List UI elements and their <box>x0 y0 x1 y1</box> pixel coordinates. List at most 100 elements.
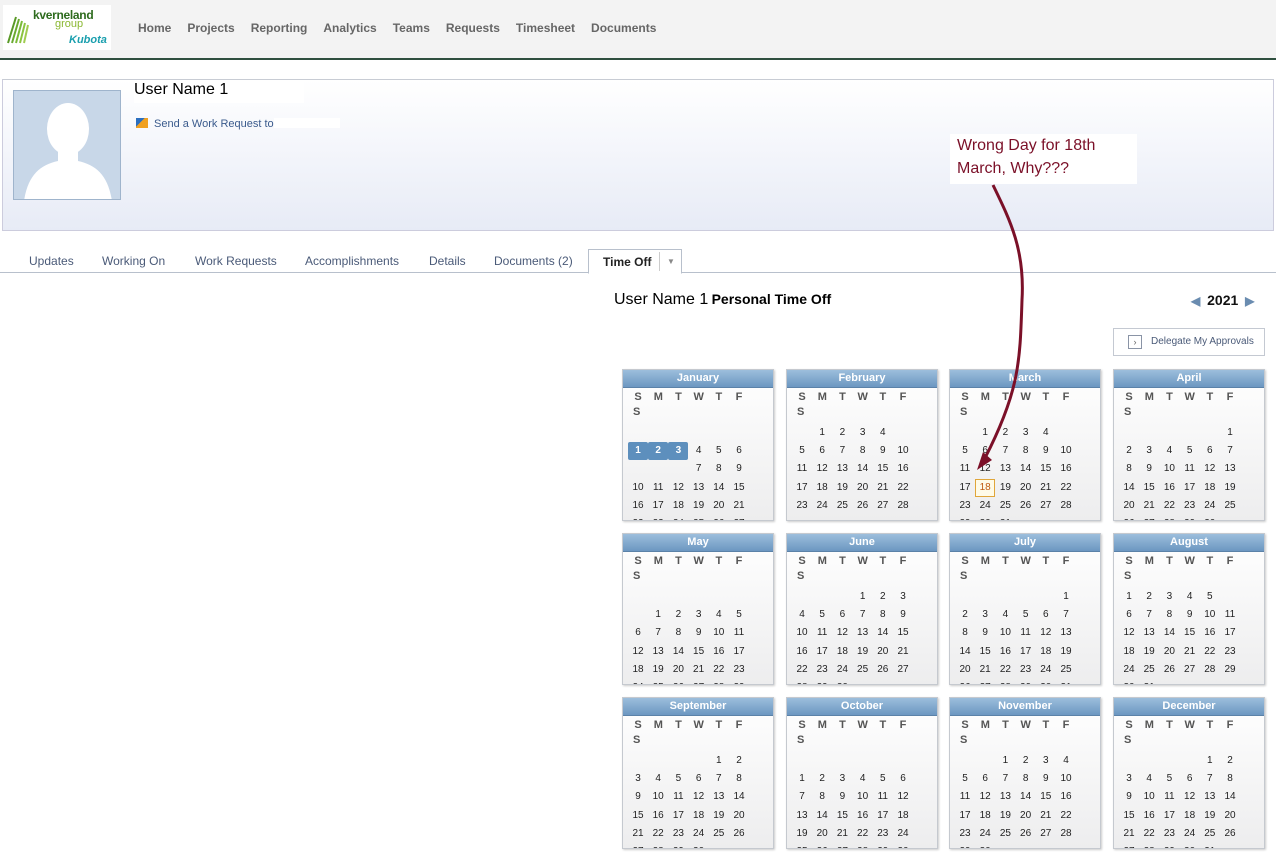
day-cell[interactable]: 19 <box>1139 643 1159 661</box>
day-cell[interactable]: 28 <box>648 843 668 848</box>
day-cell[interactable]: 14 <box>1159 624 1179 642</box>
day-cell[interactable]: 23 <box>955 825 975 843</box>
day-cell[interactable]: 5 <box>1159 770 1179 788</box>
day-cell[interactable]: 18 <box>1180 807 1200 825</box>
day-cell[interactable]: 7 <box>792 788 812 806</box>
day-cell[interactable]: 29 <box>1159 843 1179 848</box>
day-cell[interactable]: 20 <box>729 807 749 825</box>
day-cell[interactable]: 26 <box>1159 661 1179 679</box>
day-cell[interactable]: 20 <box>709 497 729 515</box>
day-cell[interactable]: 16 <box>1159 479 1179 497</box>
next-year-icon[interactable]: ▶ <box>1245 294 1254 308</box>
day-cell[interactable]: 24 <box>1180 825 1200 843</box>
day-cell[interactable]: 6 <box>975 442 995 460</box>
day-cell[interactable]: 19 <box>1056 643 1076 661</box>
day-cell[interactable]: 16 <box>893 460 913 478</box>
day-cell[interactable]: 26 <box>1016 825 1036 843</box>
day-cell[interactable]: 25 <box>1220 497 1240 515</box>
day-cell[interactable]: 12 <box>893 788 913 806</box>
day-cell[interactable]: 8 <box>729 770 749 788</box>
day-cell[interactable]: 18 <box>668 497 688 515</box>
day-cell[interactable]: 6 <box>689 770 709 788</box>
day-cell[interactable]: 10 <box>853 788 873 806</box>
day-cell[interactable]: 5 <box>709 442 729 460</box>
day-cell[interactable]: 28 <box>893 497 913 515</box>
day-cell[interactable]: 24 <box>893 825 913 843</box>
day-cell[interactable]: 14 <box>812 807 832 825</box>
day-cell[interactable]: 14 <box>709 479 729 497</box>
delegate-approvals-button[interactable]: › Delegate My Approvals <box>1113 328 1265 356</box>
day-cell[interactable]: 25 <box>792 843 812 848</box>
day-cell[interactable]: 28 <box>1056 497 1076 515</box>
day-cell[interactable]: 5 <box>1200 588 1220 606</box>
day-cell[interactable]: 3 <box>668 442 689 461</box>
day-cell[interactable]: 5 <box>729 606 749 624</box>
day-cell[interactable]: 2 <box>995 424 1015 442</box>
day-cell[interactable]: 9 <box>873 442 893 460</box>
day-cell[interactable]: 26 <box>1119 515 1139 520</box>
prev-year-icon[interactable]: ◀ <box>1191 294 1200 308</box>
day-cell[interactable]: 23 <box>955 497 975 515</box>
day-cell[interactable]: 31 <box>1139 679 1159 684</box>
day-cell[interactable]: 15 <box>893 624 913 642</box>
day-cell[interactable]: 8 <box>1016 442 1036 460</box>
day-cell[interactable]: 4 <box>1159 442 1179 460</box>
day-cell[interactable]: 19 <box>853 643 873 661</box>
day-cell[interactable]: 23 <box>648 515 668 520</box>
day-cell[interactable]: 17 <box>1159 807 1179 825</box>
day-cell[interactable]: 24 <box>975 825 995 843</box>
day-cell[interactable]: 4 <box>1180 588 1200 606</box>
day-cell[interactable]: 12 <box>832 624 852 642</box>
day-cell[interactable]: 13 <box>995 460 1015 478</box>
day-cell[interactable]: 8 <box>955 624 975 642</box>
day-cell[interactable]: 12 <box>668 479 688 497</box>
day-cell[interactable]: 7 <box>709 770 729 788</box>
day-cell[interactable]: 3 <box>1036 752 1056 770</box>
day-cell[interactable]: 27 <box>1036 825 1056 843</box>
day-cell[interactable]: 15 <box>689 643 709 661</box>
day-cell[interactable]: 25 <box>995 497 1015 515</box>
day-cell[interactable]: 13 <box>648 643 668 661</box>
day-cell[interactable]: 14 <box>1016 788 1036 806</box>
day-cell[interactable]: 18 <box>975 807 995 825</box>
day-cell[interactable]: 6 <box>1119 606 1139 624</box>
day-cell[interactable]: 20 <box>1119 497 1139 515</box>
day-cell[interactable]: 31 <box>1200 843 1220 848</box>
day-cell[interactable]: 27 <box>832 843 852 848</box>
day-cell[interactable]: 18 <box>893 807 913 825</box>
day-cell[interactable]: 1 <box>1220 424 1240 442</box>
day-cell[interactable]: 23 <box>668 825 688 843</box>
tab-details[interactable]: Details <box>429 254 466 268</box>
day-cell[interactable]: 1 <box>648 606 668 624</box>
day-cell[interactable]: 2 <box>648 442 669 461</box>
day-cell[interactable]: 3 <box>1159 588 1179 606</box>
day-cell[interactable]: 11 <box>1220 606 1240 624</box>
day-cell[interactable]: 25 <box>832 497 852 515</box>
day-cell[interactable]: 10 <box>648 788 668 806</box>
day-cell[interactable]: 23 <box>873 825 893 843</box>
day-cell[interactable]: 29 <box>873 843 893 848</box>
day-cell[interactable]: 22 <box>1200 643 1220 661</box>
day-cell[interactable]: 5 <box>812 606 832 624</box>
day-cell[interactable]: 16 <box>1056 788 1076 806</box>
day-cell[interactable]: 3 <box>689 606 709 624</box>
day-cell[interactable]: 26 <box>729 825 749 843</box>
day-cell[interactable]: 21 <box>893 643 913 661</box>
day-cell[interactable]: 15 <box>832 807 852 825</box>
day-cell[interactable]: 2 <box>1016 752 1036 770</box>
day-cell[interactable]: 18 <box>1119 643 1139 661</box>
day-cell[interactable]: 11 <box>812 624 832 642</box>
day-cell[interactable]: 7 <box>995 442 1015 460</box>
day-cell[interactable]: 3 <box>1119 770 1139 788</box>
day-cell[interactable]: 21 <box>1139 497 1159 515</box>
day-cell[interactable]: 27 <box>1139 515 1159 520</box>
day-cell[interactable]: 26 <box>1016 497 1036 515</box>
day-cell[interactable]: 15 <box>1036 788 1056 806</box>
day-cell[interactable]: 19 <box>709 807 729 825</box>
day-cell[interactable]: 11 <box>955 788 975 806</box>
day-cell[interactable]: 24 <box>689 825 709 843</box>
day-cell[interactable]: 26 <box>812 843 832 848</box>
day-cell[interactable]: 12 <box>628 643 648 661</box>
day-cell[interactable]: 1 <box>853 588 873 606</box>
day-cell[interactable]: 23 <box>729 661 749 679</box>
